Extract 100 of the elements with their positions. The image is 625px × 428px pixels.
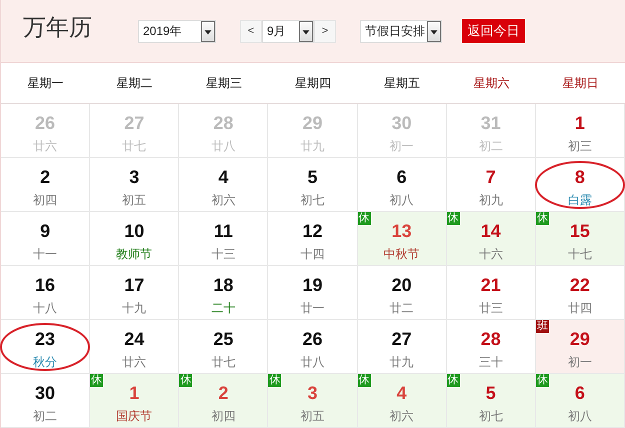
day-number: 22	[570, 274, 590, 296]
day-cell[interactable]: 22 廿四	[536, 266, 625, 320]
day-cell[interactable]: 6 初八	[358, 158, 447, 212]
lunar-date: 廿六	[122, 354, 146, 371]
day-number: 2	[218, 382, 228, 404]
lunar-date: 十六	[478, 246, 503, 263]
page-title: 万年历	[23, 14, 93, 42]
day-cell[interactable]: 休 14 十六	[446, 212, 536, 266]
next-month-button[interactable]: >	[314, 20, 336, 42]
day-number: 18	[213, 274, 234, 296]
day-number: 9	[40, 220, 50, 242]
day-cell[interactable]: 休 5 初七	[446, 374, 536, 428]
today-button[interactable]: 返回今日	[462, 19, 525, 43]
day-cell[interactable]: 28 三十	[446, 320, 536, 374]
day-cell[interactable]: 休 2 初四	[179, 374, 268, 428]
weekday-label: 星期四	[294, 74, 332, 92]
day-cell[interactable]: 7 初九	[446, 158, 536, 212]
lunar-date: 初一	[390, 138, 414, 155]
day-cell[interactable]: 休 1 国庆节	[90, 374, 180, 428]
month-select[interactable]: 9月	[262, 20, 314, 42]
day-number: 1	[129, 382, 140, 404]
day-number: 27	[124, 112, 144, 134]
day-cell[interactable]: 17 十九	[90, 266, 180, 320]
lunar-date: 初八	[568, 408, 592, 425]
day-number: 28	[480, 328, 501, 350]
day-cell[interactable]: 休 15 十七	[536, 212, 625, 266]
day-number: 12	[302, 220, 322, 242]
day-badge: 休	[358, 212, 371, 225]
weekday-label: 星期三	[204, 74, 243, 92]
day-cell[interactable]: 4 初六	[179, 158, 268, 212]
day-number: 31	[480, 112, 501, 134]
lunar-date: 初四	[211, 408, 236, 425]
day-cell[interactable]: 2 初四	[1, 158, 90, 212]
day-cell[interactable]: 27 廿九	[358, 320, 447, 374]
lunar-date: 廿九	[390, 354, 414, 371]
lunar-date: 廿四	[568, 300, 592, 317]
day-number: 6	[396, 166, 407, 188]
lunar-date: 二十	[211, 300, 236, 317]
day-number: 21	[480, 274, 501, 296]
day-cell[interactable]: 25 廿七	[179, 320, 268, 374]
weekday-label: 星期六	[472, 74, 510, 92]
holiday-select[interactable]: 节假日安排	[360, 20, 442, 42]
lunar-date: 国庆节	[116, 408, 152, 425]
day-cell[interactable]: 5 初七	[268, 158, 358, 212]
day-badge: 休	[446, 212, 460, 225]
day-cell[interactable]: 休 6 初八	[536, 374, 625, 428]
day-number: 5	[486, 382, 496, 404]
day-cell[interactable]: 21 廿三	[446, 266, 536, 320]
day-number: 8	[574, 166, 585, 188]
day-number: 4	[396, 382, 407, 404]
day-number: 6	[574, 382, 585, 404]
day-number: 20	[392, 274, 412, 296]
day-cell[interactable]: 班 29 初一	[536, 320, 625, 374]
day-cell[interactable]: 8 白露	[536, 158, 625, 212]
lunar-date: 廿一	[300, 300, 324, 317]
day-cell[interactable]: 19 廿一	[268, 266, 358, 320]
day-number: 17	[124, 274, 144, 296]
year-select[interactable]: 2019年	[138, 20, 216, 42]
lunar-date: 十三	[211, 246, 236, 263]
day-cell[interactable]: 16 十八	[1, 266, 90, 320]
day-cell[interactable]: 9 十一	[1, 212, 90, 266]
lunar-date: 廿八	[300, 354, 324, 371]
day-cell[interactable]: 休 4 初六	[358, 374, 447, 428]
day-cell[interactable]: 12 十四	[268, 212, 358, 266]
day-badge: 休	[446, 374, 460, 387]
lunar-date: 秋分	[33, 354, 58, 371]
day-number: 10	[124, 220, 144, 242]
day-cell[interactable]: 11 十三	[179, 212, 268, 266]
lunar-date: 十八	[33, 300, 58, 317]
lunar-date: 十九	[122, 300, 146, 317]
lunar-date: 廿七	[211, 354, 236, 371]
previous-month-button[interactable]: <	[240, 20, 262, 42]
lunar-date: 十七	[568, 246, 592, 263]
day-cell[interactable]: 休 3 初五	[268, 374, 358, 428]
day-cell[interactable]: 18 二十	[179, 266, 268, 320]
day-cell[interactable]: 30 初二	[1, 374, 90, 428]
day-cell[interactable]: 23 秋分	[1, 320, 90, 374]
day-badge: 休	[179, 374, 192, 387]
day-cell[interactable]: 20 廿二	[358, 266, 447, 320]
day-number: 3	[307, 382, 318, 404]
day-cell[interactable]: 26 廿八	[268, 320, 358, 374]
day-cell[interactable]: 10 教师节	[90, 212, 180, 266]
lunar-date: 初八	[390, 192, 414, 209]
lunar-date: 十四	[300, 246, 324, 263]
day-number: 30	[35, 382, 56, 404]
day-cell[interactable]: 1 初三	[536, 104, 625, 158]
lunar-date: 教师节	[116, 246, 152, 263]
day-cell[interactable]: 24 廿六	[90, 320, 180, 374]
day-number: 4	[218, 166, 228, 188]
day-badge: 休	[358, 374, 371, 387]
day-cell[interactable]: 3 初五	[90, 158, 180, 212]
day-badge: 休	[536, 374, 549, 387]
day-badge: 休	[536, 212, 549, 225]
day-number: 19	[302, 274, 322, 296]
day-number: 24	[124, 328, 144, 350]
day-cell[interactable]: 休 13 中秋节	[358, 212, 447, 266]
lunar-date: 初一	[568, 354, 592, 371]
day-number: 7	[486, 166, 496, 188]
lunar-date: 初九	[478, 192, 503, 209]
lunar-date: 初六	[211, 192, 236, 209]
